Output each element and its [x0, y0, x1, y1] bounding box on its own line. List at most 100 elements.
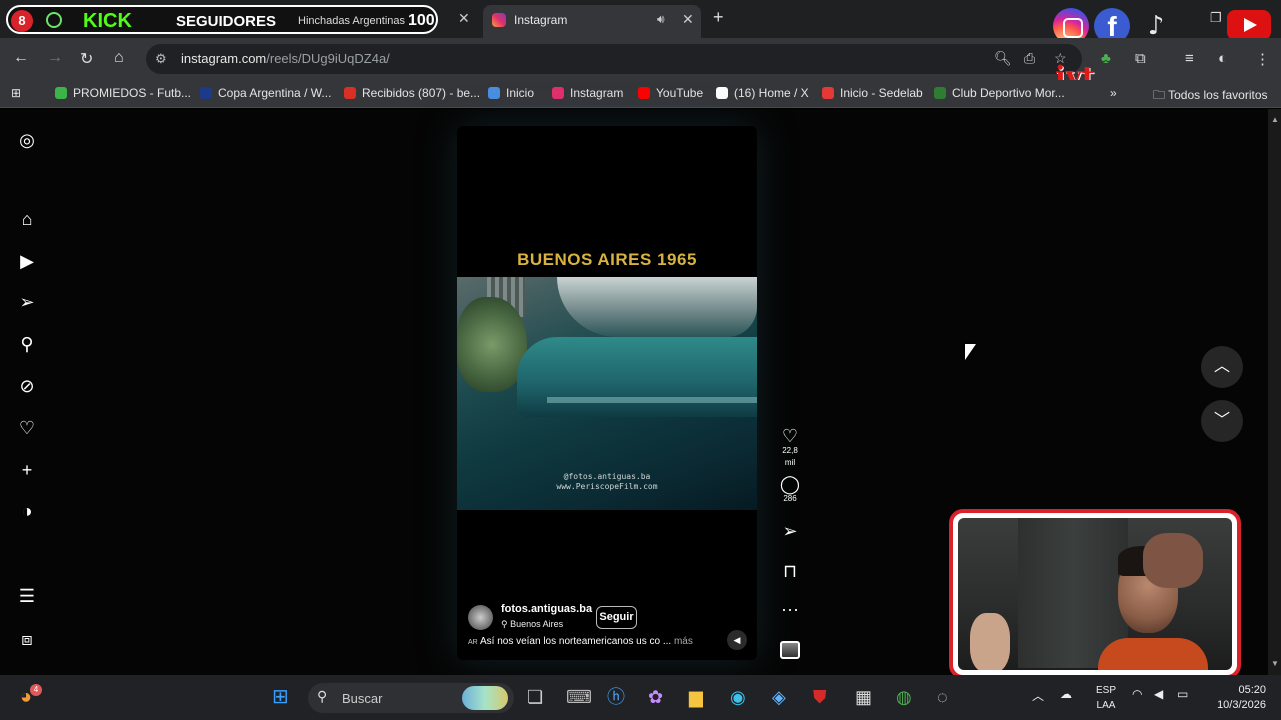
taskbar-search[interactable]: ⚲ Buscar [308, 683, 514, 713]
reel-video-frame[interactable]: @fotos.antiguas.ba www.PeriscopeFilm.com [457, 277, 757, 510]
scroll-down-arrow-icon[interactable]: ▼ [1271, 659, 1279, 668]
reel-caption[interactable]: AR Así nos veían los norteamericanos us … [468, 636, 693, 647]
follow-button[interactable]: Seguir [596, 606, 637, 629]
apps-grid-icon[interactable]: ⊞ [11, 86, 21, 100]
like-button[interactable]: ♡ 22,8 mil [778, 427, 802, 469]
wifi-icon[interactable]: ◠ [1132, 687, 1142, 701]
messages-icon[interactable]: ➢ [17, 292, 37, 312]
search-highlight-image [462, 686, 508, 710]
author-username[interactable]: fotos.antiguas.ba [501, 603, 592, 615]
more-options-button[interactable]: ··· [778, 600, 802, 618]
pinned-app-icon[interactable]: ⌨ [566, 687, 592, 707]
task-view-icon[interactable]: ❏ [527, 687, 543, 707]
bookmarks-overflow-button[interactable]: » [1110, 86, 1117, 100]
edge-icon[interactable]: ◉ [730, 687, 746, 707]
mute-toggle-icon[interactable]: ◀︎ [727, 630, 747, 650]
extension-icon[interactable]: ♣ [1101, 50, 1111, 67]
all-favorites-folder[interactable]: 🗀 Todos los favoritos [1153, 86, 1268, 107]
tab-title-hinchadas[interactable]: Hinchadas Argentinas [298, 15, 405, 27]
volume-icon[interactable]: ◀ [1154, 687, 1163, 701]
previous-reel-button[interactable]: ︿ [1201, 346, 1243, 388]
hp-app-icon[interactable]: ⓗ [607, 687, 625, 707]
instagram-favicon-icon [552, 87, 564, 99]
bookmark-item[interactable]: Copa Argentina / W... [200, 86, 331, 100]
profile-icon[interactable]: ◐ [1218, 50, 1227, 67]
save-button[interactable]: ⊓ [778, 562, 802, 580]
bookmark-item[interactable]: Recibidos (807) - be... [344, 86, 480, 100]
watermark-handle: @fotos.antiguas.ba [563, 472, 651, 481]
location-label[interactable]: ⚲ Buenos Aires [501, 619, 563, 630]
bookmark-item[interactable]: (16) Home / X [716, 86, 809, 100]
tab-audio-icon[interactable]: 🔊︎ [657, 12, 665, 27]
create-plus-icon[interactable]: + [17, 460, 37, 480]
like-count: 22,8 mil [782, 446, 798, 467]
explore-icon[interactable]: ⊘ [17, 376, 37, 396]
bookmark-item[interactable]: PROMIEDOS - Futb... [55, 86, 191, 100]
reel-title-text: BUENOS AIRES 1965 [517, 250, 697, 269]
bookmark-item[interactable]: Club Deportivo Mor... [934, 86, 1065, 100]
tab-close-icon[interactable]: ✕ [458, 10, 470, 27]
bookmark-item[interactable]: YouTube [638, 86, 703, 100]
comment-button[interactable]: ◯ 286 [778, 475, 802, 505]
tab-instagram[interactable]: Instagram 🔊︎ ✕ [483, 5, 701, 38]
reload-icon[interactable]: ↻ [80, 49, 93, 69]
start-button-icon[interactable]: ⊞ [272, 687, 289, 707]
forward-icon[interactable]: → [47, 49, 63, 67]
bookmark-label: YouTube [656, 86, 704, 100]
install-app-icon[interactable]: ⎙ [1024, 50, 1035, 67]
new-tab-button[interactable]: + [713, 7, 724, 28]
reading-list-icon[interactable]: ≡ [1185, 50, 1194, 67]
bookmark-item[interactable]: Instagram [552, 86, 623, 100]
reel-player[interactable]: BUENOS AIRES 1965 @fotos.antiguas.ba www… [457, 126, 757, 660]
reels-icon[interactable]: ▶ [17, 251, 37, 271]
audio-thumbnail[interactable] [780, 641, 800, 659]
omnibox[interactable]: ⚙ instagram.com/reels/DUg9iUqDZ4a/ 🔍︎ ⎙ … [146, 44, 1082, 74]
extensions-puzzle-icon[interactable]: ⧉ [1135, 50, 1146, 67]
sedelab-favicon-icon [822, 87, 834, 99]
tab-close-icon[interactable]: ✕ [682, 11, 694, 28]
battery-icon[interactable]: ▭ [1177, 687, 1188, 701]
app-icon[interactable]: ◈ [772, 687, 786, 707]
tab-bar: 8 KICK SEGUIDORES Hinchadas Argentinas 1… [0, 0, 1281, 44]
tab-title: Instagram [514, 13, 568, 27]
copa-favicon-icon [200, 87, 212, 99]
file-explorer-icon[interactable]: ▆ [689, 687, 703, 707]
notifications-heart-icon[interactable]: ♡ [17, 418, 37, 438]
overlay-hundred: 100 [408, 12, 435, 29]
scroll-up-arrow-icon[interactable]: ▲ [1271, 115, 1279, 124]
zoom-icon[interactable]: 🔍︎ [994, 50, 1012, 67]
url-text[interactable]: instagram.com/reels/DUg9iUqDZ4a/ [181, 51, 390, 66]
gmail-favicon-icon [344, 87, 356, 99]
recording-app-icon[interactable]: ◌ [937, 687, 948, 707]
bookmarks-bar: ⊞ PROMIEDOS - Futb... Copa Argentina / W… [0, 80, 1281, 108]
back-icon[interactable]: ← [13, 49, 29, 67]
tray-overflow-icon[interactable]: ︿ [1032, 687, 1044, 704]
home-icon[interactable]: ⌂ [114, 49, 124, 67]
seguidores-label: SEGUIDORES [176, 13, 277, 30]
instagram-favicon-icon [492, 13, 506, 27]
mcafee-icon[interactable]: ⛊ [813, 687, 827, 707]
menu-kebab-icon[interactable]: ⋮ [1255, 50, 1270, 68]
input-language[interactable]: ESP LAA [1094, 683, 1118, 713]
restore-icon[interactable]: ❐ [1210, 10, 1222, 26]
profile-avatar-icon[interactable]: ◑ [17, 501, 37, 521]
home-icon[interactable]: ⌂ [17, 209, 37, 229]
threads-apps-icon[interactable]: ⧈ [17, 629, 37, 649]
share-button[interactable]: ➢ [778, 522, 802, 540]
author-avatar[interactable] [468, 605, 493, 630]
chrome-icon[interactable]: ◍ [896, 687, 912, 707]
bookmark-item[interactable]: Inicio - Sedelab [822, 86, 923, 100]
webcam-overlay [949, 509, 1241, 679]
next-reel-button[interactable]: ﹀ [1201, 400, 1243, 442]
scrollbar[interactable]: ▲ ▼ [1268, 109, 1281, 675]
caption-more-link[interactable]: más [674, 636, 693, 647]
site-info-icon[interactable]: ⚙ [155, 51, 167, 67]
onedrive-icon[interactable]: ☁ [1060, 687, 1072, 701]
store-icon[interactable]: ▦ [855, 687, 872, 707]
bookmark-item[interactable]: Inicio [488, 86, 534, 100]
instagram-logo-icon[interactable]: ◎ [17, 130, 37, 150]
more-menu-icon[interactable]: ☰ [17, 586, 37, 606]
search-icon[interactable]: ⚲ [17, 334, 37, 354]
system-clock[interactable]: 05:20 10/3/2026 [1210, 683, 1266, 713]
copilot-icon[interactable]: ✿ [648, 687, 663, 707]
